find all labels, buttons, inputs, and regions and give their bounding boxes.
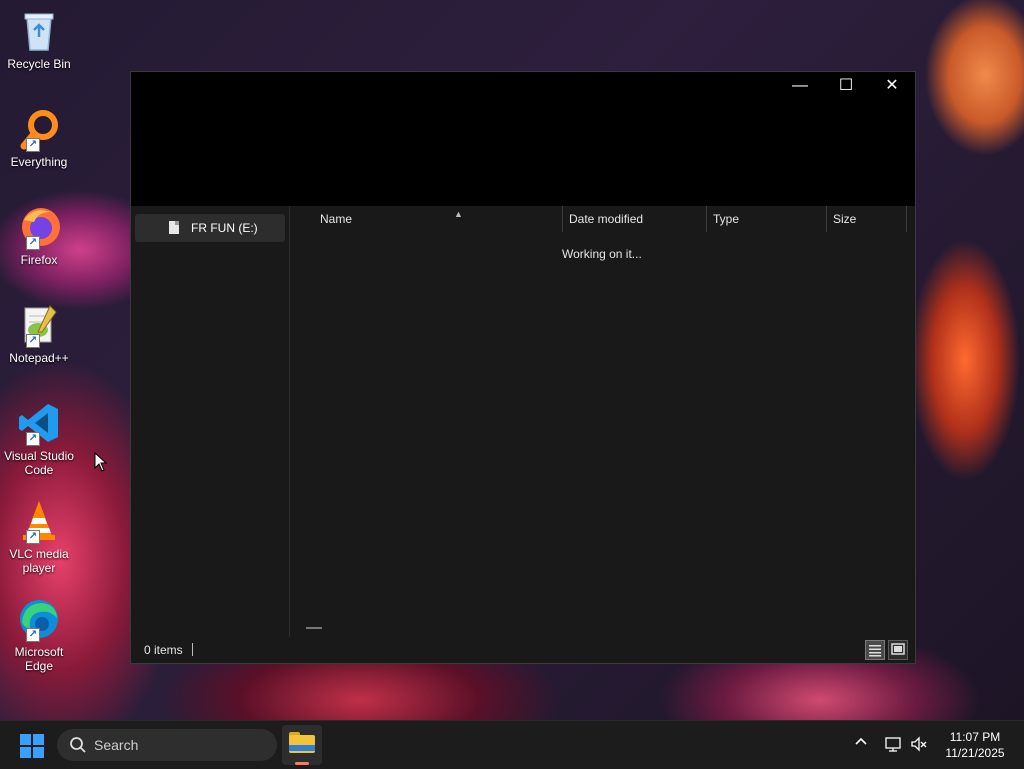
edge-icon: ↗ (16, 596, 62, 642)
column-header-label: Name (320, 212, 353, 226)
column-header-label: Size (833, 212, 857, 226)
search-placeholder: Search (94, 737, 139, 753)
desktop-icon-recycle-bin[interactable]: Recycle Bin (2, 8, 76, 71)
taskbar-search-box[interactable]: Search (57, 729, 277, 761)
network-button[interactable] (884, 735, 902, 753)
sort-ascending-icon: ▲ (454, 209, 463, 219)
nav-item-drive-e[interactable]: FR FUN (E:) (135, 214, 285, 242)
shortcut-arrow-icon: ↗ (26, 236, 40, 250)
clock-time: 11:07 PM (949, 730, 1001, 744)
windows-logo-icon (20, 747, 31, 758)
windows-logo-icon (33, 747, 44, 758)
horizontal-scrollbar[interactable] (306, 627, 322, 629)
recycle-bin-icon (16, 8, 62, 54)
search-icon (70, 737, 86, 753)
column-header-label: Type (713, 212, 740, 226)
drive-file-icon (169, 221, 179, 234)
details-view-button[interactable] (865, 640, 885, 660)
loading-message: Working on it... (562, 247, 642, 261)
nav-item-label: FR FUN (E:) (191, 221, 258, 235)
vlc-icon: ↗ (16, 498, 62, 544)
desktop-icon-label: Recycle Bin (7, 57, 71, 71)
maximize-button[interactable]: ☐ (823, 72, 869, 102)
windows-logo-icon (33, 734, 44, 745)
network-icon (885, 737, 901, 752)
desktop-icon-edge[interactable]: ↗ Microsoft Edge (2, 596, 76, 673)
volume-muted-icon (911, 736, 927, 752)
column-header-name[interactable]: Name ▲ (314, 206, 563, 232)
folder-icon-band (289, 745, 315, 751)
desktop-icon-firefox[interactable]: ↗ Firefox (2, 204, 76, 267)
shortcut-arrow-icon: ↗ (26, 432, 40, 446)
taskbar-file-explorer-button[interactable] (282, 725, 322, 765)
large-icons-view-button[interactable] (888, 640, 908, 660)
show-hidden-icons-button[interactable] (852, 735, 870, 753)
desktop-icon-label: Notepad++ (9, 351, 69, 365)
large-icons-view-icon (891, 643, 905, 655)
status-bar: 0 items (131, 637, 915, 663)
everything-search-icon: ↗ (16, 106, 62, 152)
shortcut-arrow-icon: ↗ (26, 628, 40, 642)
desktop-icon-label: Microsoft Edge (14, 645, 64, 673)
column-header-type[interactable]: Type (707, 206, 827, 232)
desktop-icon-everything[interactable]: ↗ Everything (2, 106, 76, 169)
close-button[interactable]: ✕ (869, 72, 915, 102)
minimize-button[interactable]: — (777, 72, 823, 102)
status-divider (192, 643, 193, 656)
system-clock[interactable]: 11:07 PM 11/21/2025 (934, 729, 1016, 761)
shortcut-arrow-icon: ↗ (26, 138, 40, 152)
close-icon: ✕ (885, 77, 899, 94)
title-bar[interactable]: — ☐ ✕ (131, 72, 915, 206)
item-count: 0 items (144, 643, 183, 657)
file-list-pane[interactable]: Name ▲ Date modified Type Size Working o… (290, 206, 914, 637)
chevron-up-icon (855, 737, 867, 745)
minimize-icon: — (792, 77, 808, 94)
desktop-icon-vscode[interactable]: ↗ Visual Studio Code (2, 400, 76, 477)
start-button[interactable] (20, 734, 44, 758)
desktop-icon-vlc[interactable]: ↗ VLC media player (2, 498, 76, 575)
column-header-size[interactable]: Size (827, 206, 907, 232)
desktop-icon-label: VLC media player (9, 547, 69, 575)
vscode-icon: ↗ (16, 400, 62, 446)
desktop-icon-label: Firefox (20, 253, 58, 267)
firefox-icon: ↗ (16, 204, 62, 250)
column-header-label: Date modified (569, 212, 644, 226)
maximize-icon: ☐ (838, 77, 854, 94)
desktop-icon-notepad-plus-plus[interactable]: ↗ Notepad++ (2, 302, 76, 365)
details-view-icon (869, 645, 881, 657)
taskbar[interactable]: Search 11:07 PM 11/21/2025 (0, 720, 1024, 769)
clock-date: 11/21/2025 (945, 746, 1005, 760)
file-explorer-window[interactable]: — ☐ ✕ FR FUN (E:) Name ▲ Date modified T… (130, 71, 916, 664)
navigation-pane[interactable]: FR FUN (E:) (131, 206, 290, 637)
shortcut-arrow-icon: ↗ (26, 530, 40, 544)
mouse-cursor-icon (94, 452, 108, 472)
notepad-plus-plus-icon: ↗ (16, 302, 62, 348)
volume-button[interactable] (910, 735, 928, 753)
shortcut-arrow-icon: ↗ (26, 334, 40, 348)
desktop-icon-label: Visual Studio Code (4, 449, 74, 477)
desktop-icon-label: Everything (10, 155, 68, 169)
column-header-date-modified[interactable]: Date modified (563, 206, 707, 232)
active-app-indicator (295, 762, 309, 765)
windows-logo-icon (20, 734, 31, 745)
